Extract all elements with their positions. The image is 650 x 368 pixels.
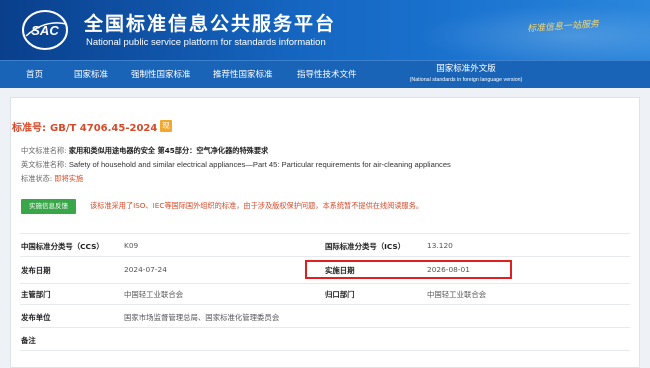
main-nav: 首页 国家标准 强制性国家标准 推荐性国家标准 指导性技术文件 国家标准外文版 …: [0, 60, 650, 88]
divider: [20, 350, 630, 351]
divider: [20, 233, 630, 234]
nav-foreign-language[interactable]: 国家标准外文版 (National standards in foreign l…: [381, 64, 551, 92]
nav-foreign-label: 国家标准外文版: [436, 64, 496, 74]
nav-foreign-sub: (National standards in foreign language …: [409, 77, 523, 83]
status-value: 即将实施: [54, 174, 84, 183]
site-title: 全国标准信息公共服务平台: [84, 13, 337, 35]
en-name-value: Safety of household and similar electric…: [68, 160, 451, 169]
ccs-label: 中国标准分类号（CCS）: [21, 242, 104, 251]
standard-number: GB/T 4706.45-2024: [50, 123, 158, 134]
remark-label: 备注: [21, 336, 36, 345]
central-label: 归口部门: [325, 290, 355, 299]
divider: [20, 283, 630, 284]
status-label: 标准状态:: [21, 174, 53, 183]
site-subtitle: National public service platform for sta…: [86, 37, 326, 48]
dept-label: 主管部门: [21, 290, 51, 299]
cn-name-row: 中文标准名称: 家用和类似用途电器的安全 第45部分：空气净化器的特殊要求: [21, 146, 268, 156]
ics-value: 13.120: [427, 241, 453, 250]
header-decoration: [390, 0, 650, 60]
ics-label: 国际标准分类号（ICS）: [325, 242, 406, 251]
dept-value: 中国轻工业联合会: [124, 290, 184, 299]
feedback-button[interactable]: 实施信息反馈: [21, 199, 76, 214]
standard-prefix: 标准号:: [12, 123, 46, 134]
sac-logo[interactable]: SAC: [22, 9, 68, 51]
divider: [20, 304, 630, 305]
issuer-label: 发布单位: [21, 313, 51, 322]
nav-recommended-standards[interactable]: 推荐性国家标准: [213, 61, 273, 89]
impl-date-highlight: [305, 260, 512, 279]
divider: [20, 327, 630, 328]
nav-home[interactable]: 首页: [26, 61, 43, 89]
cn-name-value: 家用和类似用途电器的安全 第45部分：空气净化器的特殊要求: [68, 146, 269, 155]
nav-guidance-documents[interactable]: 指导性技术文件: [297, 61, 357, 89]
ccs-value: K09: [124, 241, 139, 250]
en-name-row: 英文标准名称: Safety of household and similar …: [21, 160, 451, 170]
divider: [20, 256, 630, 257]
nav-mandatory-standards[interactable]: 强制性国家标准: [131, 61, 191, 89]
en-name-label: 英文标准名称:: [21, 160, 67, 169]
logo-text: SAC: [31, 23, 59, 38]
issuer-value: 国家市场监督管理总局、国家标准化管理委员会: [124, 313, 280, 322]
standard-number-line: 标准号: GB/T 4706.45-2024: [12, 119, 157, 134]
nav-national-standards[interactable]: 国家标准: [74, 61, 108, 89]
copyright-notice: 该标准采用了ISO、IEC等国际国外组织的标准，由于涉及版权保护问题，本系统暂不…: [90, 201, 424, 210]
pub-date-value: 2024-07-24: [124, 265, 167, 274]
status-badge: 现: [160, 120, 172, 132]
pub-date-label: 发布日期: [21, 266, 51, 275]
status-row: 标准状态: 即将实施: [21, 174, 83, 184]
cn-name-label: 中文标准名称:: [21, 146, 67, 155]
central-value: 中国轻工业联合会: [427, 290, 487, 299]
site-header: SAC 全国标准信息公共服务平台 National public service…: [0, 0, 650, 60]
